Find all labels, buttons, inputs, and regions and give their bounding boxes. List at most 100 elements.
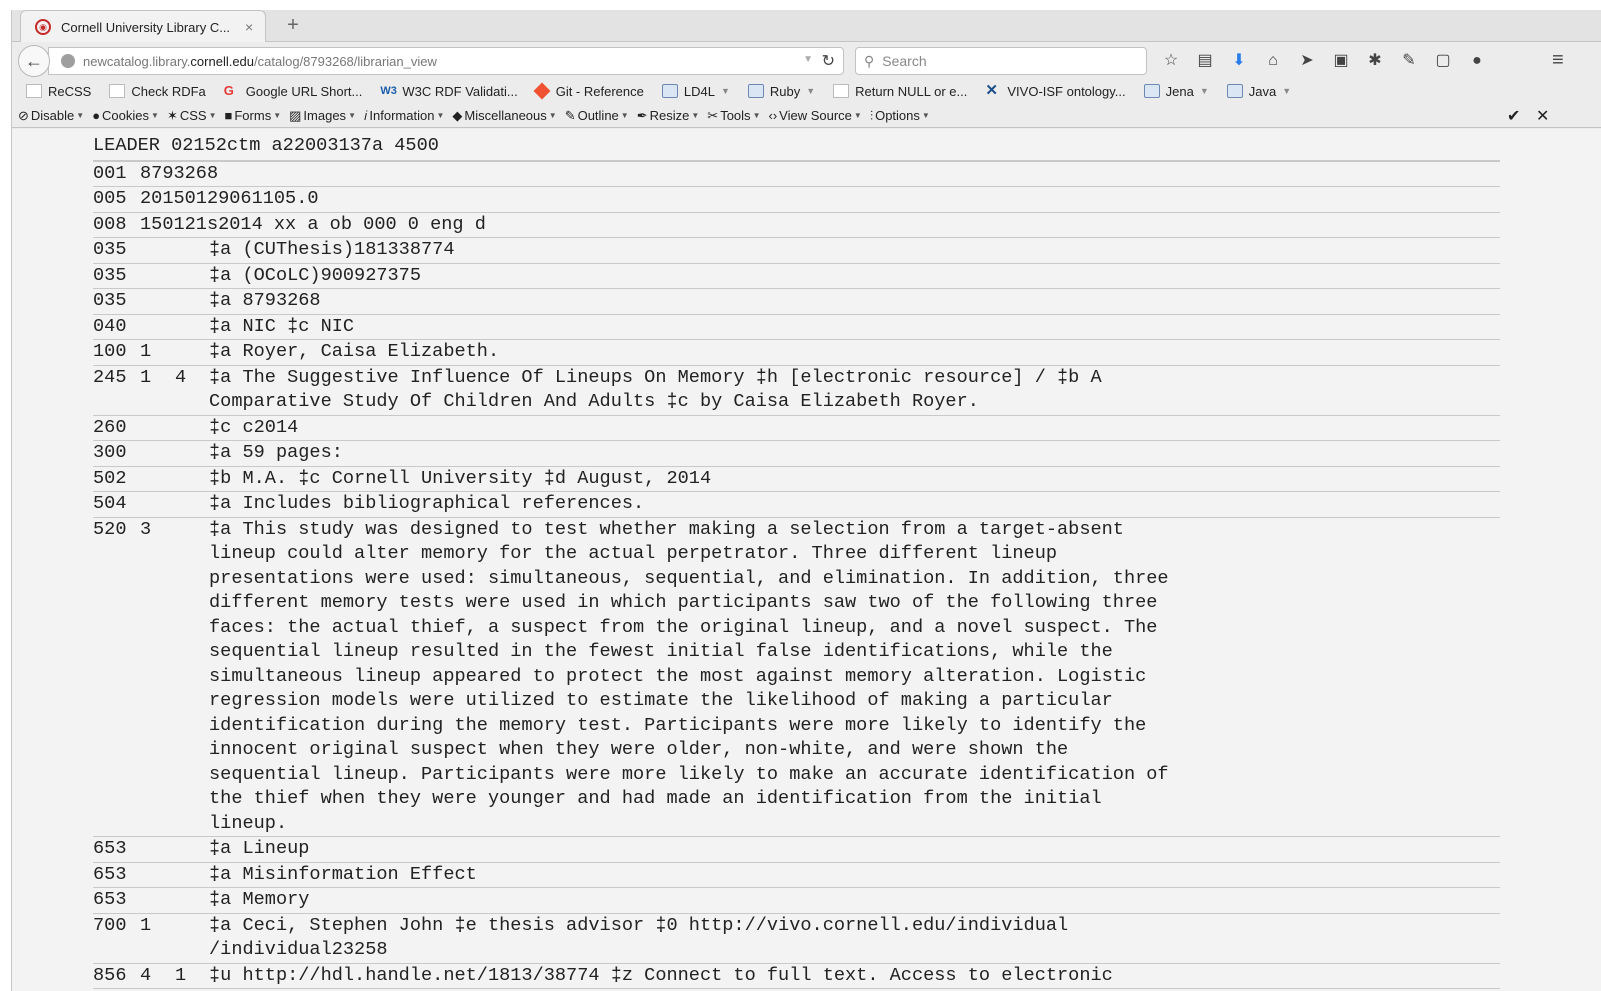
download-icon[interactable]: ⬇ — [1222, 50, 1256, 72]
marc-subfields: ‡a 59 pages: — [209, 442, 343, 463]
chat-icon[interactable]: ● — [1460, 50, 1494, 72]
dev-menu-css[interactable]: ✶ CSS ▼ — [167, 108, 217, 124]
bookmark-vivo-isf-ontology[interactable]: ✕ VIVO-ISF ontology... — [985, 82, 1125, 99]
marc-data-row: 300 ‡a 59 pages: — [93, 441, 1500, 467]
hamburger-menu-icon[interactable]: ≡ — [1552, 49, 1564, 72]
site-identity-icon[interactable] — [61, 54, 75, 68]
marc-indicator-1 — [140, 467, 175, 492]
reload-icon[interactable]: ↻ — [822, 51, 835, 71]
marc-tag: 008 — [93, 213, 127, 235]
marc-tag: 653 — [93, 863, 127, 885]
bookmark-git-reference[interactable]: Git - Reference — [533, 82, 644, 100]
close-icon[interactable]: ✕ — [1536, 106, 1549, 126]
dev-menu-forms[interactable]: ■ Forms ▼ — [225, 108, 282, 123]
marc-subfields: ‡a Memory — [209, 889, 310, 910]
tab-cornell-library[interactable]: ◉ Cornell University Library C... × — [20, 10, 266, 43]
marc-indicator-1: 1 — [140, 914, 152, 936]
marc-indicator-1 — [140, 492, 175, 517]
marc-indicator-1: 1 — [140, 366, 152, 388]
dev-menu-cookies[interactable]: ● Cookies ▼ — [92, 108, 159, 123]
marc-control-row: 005 20150129061105.0 — [93, 187, 1500, 213]
marc-data-fields: 035 ‡a (CUThesis)181338774 035 ‡a (OCoLC)90… — [93, 238, 1500, 989]
screenshot-icon[interactable]: ▢ — [1426, 50, 1460, 72]
marc-control-row: 001 8793268 — [93, 162, 1500, 187]
magic-wand-icon: ✶ — [166, 107, 178, 123]
folder-icon — [661, 84, 678, 98]
marc-indicator-2 — [175, 863, 209, 888]
addon-icon[interactable]: ✱ — [1358, 50, 1392, 72]
bookmark-folder-ruby[interactable]: Ruby ▼ — [747, 84, 815, 99]
marc-subfields: ‡a Lineup — [209, 838, 310, 859]
dev-menu-miscellaneous[interactable]: ◆ Miscellaneous ▼ — [452, 108, 556, 124]
folder-icon — [747, 84, 764, 98]
home-icon[interactable]: ⌂ — [1256, 50, 1290, 72]
marc-tag: 700 — [93, 914, 127, 936]
bookmark-star-icon[interactable]: ☆ — [1154, 50, 1188, 72]
dev-menu-options[interactable]: ⫶ Options ▼ — [870, 108, 930, 124]
checkmark-icon[interactable]: ✔ — [1507, 106, 1520, 126]
dev-menu-images[interactable]: ▨ Images ▼ — [289, 108, 356, 124]
cube-icon: ◆ — [452, 107, 463, 123]
chevron-down-icon: ▼ — [1282, 86, 1292, 96]
send-icon[interactable]: ➤ — [1290, 50, 1324, 72]
sliders-icon: ⫶ — [869, 107, 874, 123]
marc-indicator-1 — [140, 837, 175, 862]
marc-control-value: 8793268 — [140, 162, 219, 184]
bookmark-recss[interactable]: ReCSS — [26, 84, 91, 99]
marc-tag: 653 — [93, 889, 127, 910]
bookmark-folder-jena[interactable]: Jena ▼ — [1143, 84, 1209, 99]
browser-window: ◉ Cornell University Library C... × + ne… — [11, 10, 1601, 991]
new-tab-button[interactable]: + — [282, 14, 304, 36]
bookmark-w3c-rdf-validator[interactable]: W3 W3C RDF Validati... — [380, 84, 517, 99]
bookmark-folder-ld4l[interactable]: LD4L ▼ — [661, 84, 730, 99]
google-icon: G — [223, 83, 234, 98]
marc-indicator-2 — [175, 315, 209, 340]
marc-data-row: 653 ‡a Lineup — [93, 837, 1500, 863]
bookmark-check-rdfa[interactable]: Check RDFa — [109, 84, 206, 99]
marc-data-row: 035 ‡a (OCoLC)900927375 — [93, 264, 1500, 289]
tab-bar: ◉ Cornell University Library C... × + — [12, 10, 1601, 43]
marc-data-row: 700 1 ‡a Ceci, Stephen John ‡e thesis advi… — [93, 914, 1500, 964]
url-history-dropdown-icon[interactable]: ▼ — [803, 54, 813, 65]
marc-indicator-1: 3 — [140, 518, 152, 540]
search-bar[interactable]: ⚲ Search — [855, 47, 1147, 75]
bookmark-folder-java[interactable]: Java ▼ — [1226, 84, 1292, 99]
eyedropper-icon[interactable]: ✎ — [1392, 50, 1426, 72]
marc-subfields: ‡a Misinformation Effect — [209, 863, 477, 885]
marc-data-row: 520 3 ‡a This study was designed to test w… — [93, 518, 1500, 837]
bookmark-return-null[interactable]: Return NULL or e... — [833, 84, 967, 99]
vivo-icon: ✕ — [985, 82, 998, 99]
marc-tag: 035 — [93, 264, 127, 286]
marc-indicator-1 — [140, 888, 175, 913]
tab-close-icon[interactable]: × — [245, 19, 253, 35]
git-icon — [533, 82, 551, 100]
disable-icon: ⊘ — [18, 107, 29, 123]
url-text[interactable]: newcatalog.library.cornell.edu/catalog/8… — [83, 54, 437, 69]
dev-menu-outline[interactable]: ✎ Outline ▼ — [565, 108, 629, 124]
forms-icon: ■ — [224, 108, 233, 123]
marc-subfields: ‡a (OCoLC)900927375 — [209, 264, 422, 286]
dev-menu-disable[interactable]: ⊘ Disable ▼ — [18, 108, 84, 124]
marc-indicator-2 — [175, 914, 209, 963]
marc-indicator-1 — [140, 416, 175, 441]
page-content: LEADER 02152ctm a22003137a 4500 001 87932… — [12, 129, 1601, 991]
reading-list-icon[interactable]: ▤ — [1188, 50, 1222, 72]
dev-menu-view-source[interactable]: ‹› View Source ▼ — [768, 108, 861, 123]
chevron-down-icon: ▼ — [548, 111, 557, 120]
marc-subfields: ‡a NIC ‡c NIC — [209, 315, 355, 337]
url-bar[interactable]: newcatalog.library.cornell.edu/catalog/8… — [48, 47, 844, 75]
marc-leader: LEADER 02152ctm a22003137a 4500 — [93, 134, 1500, 162]
folder-icon — [1143, 84, 1160, 98]
extension-icon[interactable]: ▣ — [1324, 50, 1358, 72]
cornell-favicon-icon: ◉ — [35, 19, 51, 35]
back-button[interactable]: ← — [18, 45, 50, 77]
chevron-down-icon: ▼ — [853, 111, 862, 120]
dev-menu-resize[interactable]: ✒ Resize ▼ — [637, 108, 700, 124]
bookmark-google-url-shortener[interactable]: G Google URL Short... — [224, 84, 363, 99]
marc-tag: 245 — [93, 366, 127, 388]
marc-indicator-2 — [175, 518, 209, 837]
dev-menu-information[interactable]: 𝑖 Information ▼ — [364, 108, 444, 124]
chevron-down-icon: ▼ — [691, 111, 700, 120]
dev-menu-tools[interactable]: ✂ Tools ▼ — [707, 108, 760, 124]
pencil-icon: ✎ — [564, 107, 576, 123]
